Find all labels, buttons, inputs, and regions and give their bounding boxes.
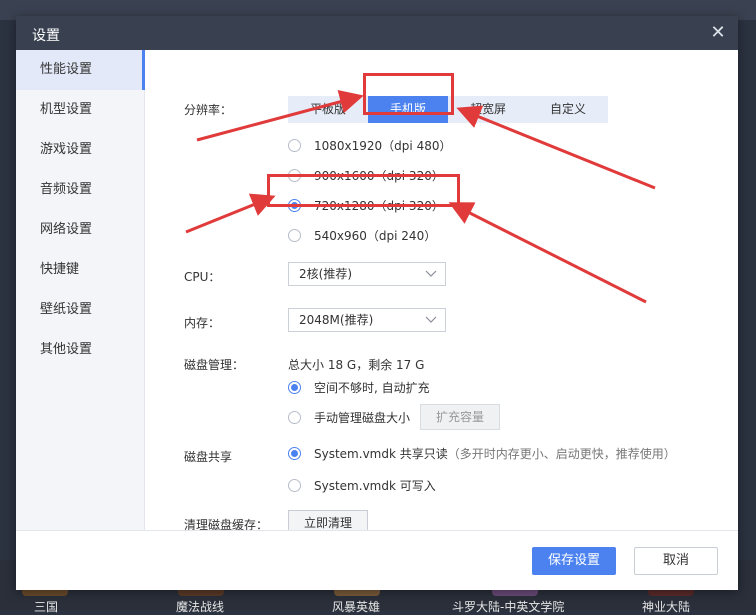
radio-button[interactable]: [288, 139, 301, 152]
memory-select-value: 2048M(推荐): [299, 313, 374, 327]
sidebar-item-label: 游戏设置: [40, 142, 93, 157]
chevron-down-icon: [425, 270, 437, 277]
cpu-label: CPU：: [184, 270, 221, 284]
sidebar-item-performance[interactable]: 性能设置: [16, 50, 145, 90]
sidebar-item-label: 性能设置: [40, 62, 93, 77]
sidebar-item-label: 壁纸设置: [40, 302, 93, 317]
disk-share-option-hint: （多开时内存更小、启动更快，推荐使用）: [447, 447, 676, 461]
disk-share-option-label: System.vmdk 可写入: [314, 479, 436, 493]
chevron-down-icon: [425, 316, 437, 323]
settings-sidebar: 性能设置 机型设置 游戏设置 音频设置 网络设置 快捷键 壁纸设置 其他设置: [16, 50, 145, 530]
annotation-highlight-box: [363, 73, 454, 115]
disk-size-summary: 总大小 18 G，剩余 17 G: [288, 358, 425, 372]
disk-option-label: 空间不够时, 自动扩充: [314, 381, 430, 395]
resolution-option-label: 540x960（dpi 240）: [314, 229, 437, 243]
dialog-titlebar: 设置 ✕: [16, 16, 738, 50]
resolution-option-label: 1080x1920（dpi 480）: [314, 139, 452, 153]
sidebar-item-game[interactable]: 游戏设置: [16, 130, 144, 170]
disk-option-label: 手动管理磁盘大小: [314, 411, 411, 425]
memory-label: 内存：: [184, 316, 221, 330]
sidebar-item-label: 快捷键: [40, 262, 80, 277]
dialog-title: 设置: [32, 28, 60, 44]
expand-capacity-button[interactable]: 扩充容量: [420, 404, 500, 430]
radio-button[interactable]: [288, 229, 301, 242]
radio-button[interactable]: [288, 447, 301, 460]
tab-tablet[interactable]: 平板版: [288, 96, 368, 123]
sidebar-item-other[interactable]: 其他设置: [16, 330, 144, 370]
sidebar-item-label: 音频设置: [40, 182, 93, 197]
save-settings-button[interactable]: 保存设置: [532, 547, 616, 575]
cpu-select-value: 2核(推荐): [299, 267, 352, 281]
settings-content: 分辨率： 平板版 手机版 超宽屏 自定义 1080x1920（dpi 480） …: [145, 50, 738, 536]
game-label: 风暴英雄: [332, 600, 381, 614]
sidebar-item-audio[interactable]: 音频设置: [16, 170, 144, 210]
tab-custom[interactable]: 自定义: [528, 96, 608, 123]
radio-button[interactable]: [288, 381, 301, 394]
game-label: 斗罗大陆-中英文学院: [452, 600, 565, 614]
resolution-label: 分辨率：: [184, 103, 233, 117]
cancel-button[interactable]: 取消: [634, 547, 718, 575]
dialog-footer: 保存设置 取消: [16, 530, 738, 590]
sidebar-item-shortcuts[interactable]: 快捷键: [16, 250, 144, 290]
disk-share-option-label: System.vmdk 共享只读: [314, 447, 448, 461]
sidebar-item-label: 其他设置: [40, 342, 93, 357]
game-label: 魔法战线: [176, 600, 225, 614]
disk-management-label: 磁盘管理：: [184, 358, 245, 372]
disk-share-option-text: System.vmdk 共享只读（多开时内存更小、启动更快，推荐使用）: [314, 444, 676, 464]
memory-select[interactable]: 2048M(推荐): [288, 308, 446, 332]
game-label: 神业大陆: [642, 600, 691, 614]
cpu-select[interactable]: 2核(推荐): [288, 262, 446, 286]
game-label: 三国: [34, 600, 59, 614]
annotation-highlight-box: [267, 174, 460, 207]
sidebar-item-wallpaper[interactable]: 壁纸设置: [16, 290, 144, 330]
radio-button[interactable]: [288, 411, 301, 424]
tab-ultrawide[interactable]: 超宽屏: [448, 96, 528, 123]
close-icon[interactable]: ✕: [706, 21, 730, 45]
sidebar-item-device-model[interactable]: 机型设置: [16, 90, 144, 130]
sidebar-item-label: 网络设置: [40, 222, 93, 237]
sidebar-item-network[interactable]: 网络设置: [16, 210, 144, 250]
sidebar-item-label: 机型设置: [40, 102, 93, 117]
disk-sharing-label: 磁盘共享: [184, 450, 233, 464]
radio-button[interactable]: [288, 479, 301, 492]
